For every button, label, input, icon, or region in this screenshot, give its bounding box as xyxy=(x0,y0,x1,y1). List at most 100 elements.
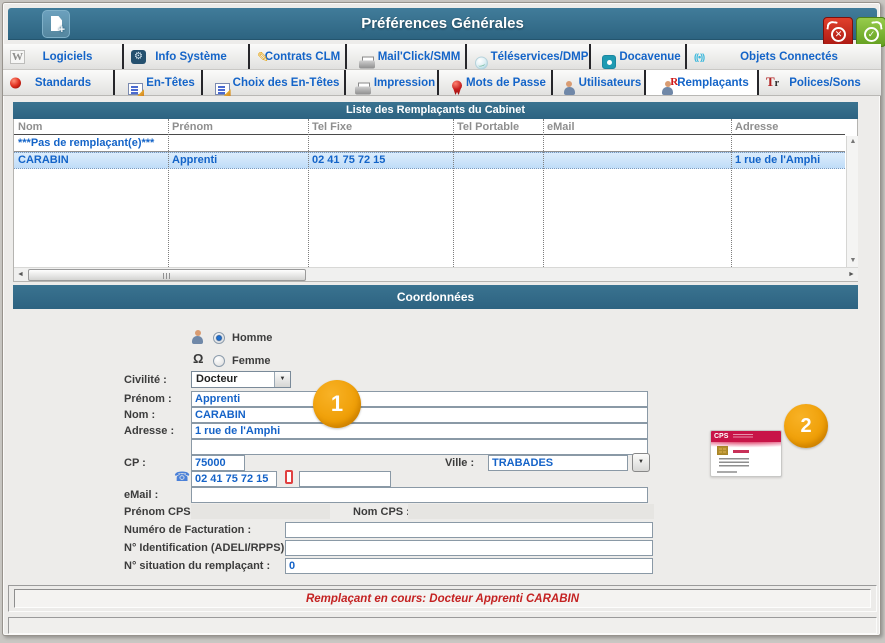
title-bar: + Préférences Générales ✕ ✓ xyxy=(8,8,877,40)
column-header-tel-fixe[interactable]: Tel Fixe xyxy=(312,119,352,135)
wireless-icon: ((•)) xyxy=(694,50,704,64)
tab-remplacants[interactable]: R Remplaçants xyxy=(644,70,757,95)
validate-button[interactable]: ✓ xyxy=(856,17,885,47)
horizontal-scrollbar[interactable]: ◄ ► xyxy=(14,267,858,281)
nom-field[interactable] xyxy=(191,407,648,423)
tab-teleservices-dmp[interactable]: Téléservices/DMP xyxy=(465,44,589,69)
cancel-x-icon: ✕ xyxy=(831,27,846,42)
tab-logiciels[interactable]: W Logiciels xyxy=(3,44,122,69)
tab-info-systeme[interactable]: ⚙ Info Système xyxy=(122,44,248,69)
scroll-left-arrow-icon[interactable]: ◄ xyxy=(14,268,27,282)
cps-card-image: CPS xyxy=(710,430,782,477)
prenom-cps-field[interactable] xyxy=(191,504,330,519)
identification-field[interactable] xyxy=(285,540,653,556)
scroll-down-arrow-icon[interactable]: ▼ xyxy=(847,255,859,267)
situation-field[interactable] xyxy=(285,558,653,574)
r-mark-icon: R xyxy=(670,77,678,88)
tab-choix-des-en-tetes[interactable]: Choix des En-Têtes xyxy=(201,70,344,95)
tel-portable-field[interactable] xyxy=(299,471,391,487)
ville-field[interactable] xyxy=(488,455,628,471)
tab-label: Objets Connectés xyxy=(730,51,838,63)
table-body: ***Pas de remplaçant(e)*** CARABIN Appre… xyxy=(14,136,845,267)
system-gear-icon: ⚙ xyxy=(131,50,146,64)
docavenue-icon xyxy=(602,55,616,69)
tab-label: Standards xyxy=(25,77,91,89)
tab-mots-de-passe[interactable]: Mots de Passe xyxy=(437,70,551,95)
font-icon: Tr xyxy=(766,75,779,91)
tab-impression[interactable]: Impression xyxy=(344,70,437,95)
tab-standards[interactable]: Standards xyxy=(3,70,113,95)
adresse-label: Adresse : xyxy=(124,424,174,439)
tab-polices-sons[interactable]: Tr Polices/Sons xyxy=(757,70,881,95)
civilite-dropdown[interactable]: Docteur ▼ xyxy=(191,371,291,388)
bottom-status-bar xyxy=(8,617,877,634)
email-field[interactable] xyxy=(191,487,648,503)
cancel-button[interactable]: ✕ xyxy=(823,17,853,47)
tab-label: Info Système xyxy=(145,51,227,63)
tab-label: Téléservices/DMP xyxy=(481,51,589,63)
homme-label: Homme xyxy=(232,331,272,346)
tab-objets-connectes[interactable]: ((•)) Objets Connectés xyxy=(685,44,881,69)
cps-card-bottom-line xyxy=(717,471,737,473)
cell-nom: ***Pas de remplaçant(e)*** xyxy=(18,136,154,152)
tel-fixe-field[interactable] xyxy=(191,471,277,487)
table-title: Liste des Remplaçants du Cabinet xyxy=(13,102,858,119)
column-header-adresse[interactable]: Adresse xyxy=(735,119,778,135)
adresse-field[interactable] xyxy=(191,423,648,439)
tab-row-1: W Logiciels ⚙ Info Système ✎ Contrats CL… xyxy=(3,44,881,70)
scrollbar-thumb[interactable] xyxy=(28,269,306,281)
column-header-nom[interactable]: Nom xyxy=(18,119,42,135)
mobile-phone-icon xyxy=(285,470,293,484)
situation-label: N° situation du remplaçant : xyxy=(124,559,270,574)
civilite-label: Civilité : xyxy=(124,373,167,388)
adresse-field-2[interactable] xyxy=(191,439,648,455)
table-row[interactable]: ***Pas de remplaçant(e)*** xyxy=(14,136,845,152)
tab-label: Docavenue xyxy=(609,51,680,63)
tab-row-2: Standards En-Têtes Choix des En-Têtes Im… xyxy=(3,70,881,96)
coordonnees-section-title: Coordonnées xyxy=(13,285,858,309)
tab-contrats-clm[interactable]: ✎ Contrats CLM xyxy=(248,44,345,69)
font-r: r xyxy=(775,78,779,89)
tab-label: Utilisateurs xyxy=(569,77,642,89)
printer-icon xyxy=(355,82,371,95)
tab-label: Logiciels xyxy=(33,51,93,63)
column-divider xyxy=(453,119,454,267)
tab-utilisateurs[interactable]: Utilisateurs xyxy=(551,70,644,95)
female-icon: Ω xyxy=(193,352,203,366)
tab-mailclick-smm[interactable]: Mail'Click/SMM xyxy=(345,44,465,69)
word-icon: W xyxy=(10,50,25,64)
column-header-email[interactable]: eMail xyxy=(547,119,575,135)
femme-label: Femme xyxy=(232,354,271,369)
table-row-selected[interactable]: CARABIN Apprenti 02 41 75 72 15 1 rue de… xyxy=(14,152,845,169)
facturation-field[interactable] xyxy=(285,522,653,538)
ville-dropdown-button[interactable]: ▼ xyxy=(632,453,650,472)
tab-label: Choix des En-Têtes xyxy=(223,77,340,89)
radio-homme[interactable] xyxy=(213,332,225,344)
nom-cps-field[interactable] xyxy=(408,504,654,519)
prenom-field[interactable] xyxy=(191,391,648,407)
chevron-down-icon[interactable]: ▼ xyxy=(274,372,290,387)
header-doc-icon xyxy=(215,83,230,95)
cps-card-header-lines xyxy=(733,434,753,439)
table-header: Nom Prénom Tel Fixe Tel Portable eMail A… xyxy=(14,119,845,135)
civilite-value: Docteur xyxy=(196,372,238,387)
cp-field[interactable] xyxy=(191,455,245,471)
tab-docavenue[interactable]: Docavenue xyxy=(589,44,685,69)
font-t: T xyxy=(766,74,775,89)
seal-icon xyxy=(451,80,463,95)
scroll-right-arrow-icon[interactable]: ► xyxy=(845,268,858,282)
radio-femme[interactable] xyxy=(213,355,225,367)
fax-icon xyxy=(359,56,375,69)
prenom-label: Prénom : xyxy=(124,392,172,407)
scroll-up-arrow-icon[interactable]: ▲ xyxy=(847,136,859,148)
column-header-prenom[interactable]: Prénom xyxy=(172,119,213,135)
tab-label: Impression xyxy=(364,77,435,89)
tab-en-tetes[interactable]: En-Têtes xyxy=(113,70,201,95)
tab-label: En-Têtes xyxy=(136,77,195,89)
substitutes-table: Liste des Remplaçants du Cabinet Nom Pré… xyxy=(13,102,858,282)
vertical-scrollbar[interactable]: ▲ ▼ xyxy=(846,136,858,267)
column-header-tel-portable[interactable]: Tel Portable xyxy=(457,119,519,135)
facturation-label: Numéro de Facturation : xyxy=(124,523,251,538)
ok-check-icon: ✓ xyxy=(864,27,879,42)
tab-label: Mots de Passe xyxy=(456,77,546,89)
